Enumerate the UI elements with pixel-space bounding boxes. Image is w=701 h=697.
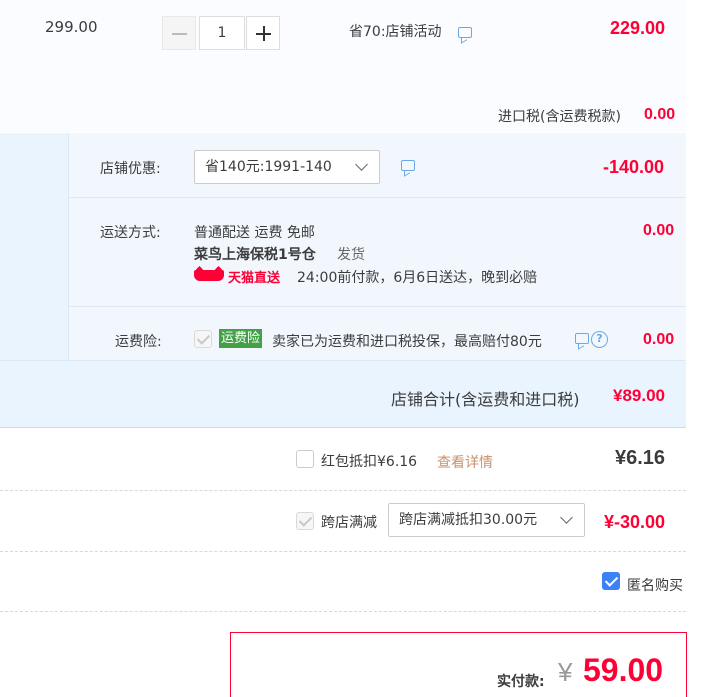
crossstore-value: ¥-30.00 [604, 512, 666, 532]
redpacket-details-link[interactable]: 查看详情 [437, 452, 493, 472]
shipping-value: 0.00 [643, 222, 675, 239]
quantity-decrease-button[interactable] [162, 16, 196, 50]
message-icon[interactable] [458, 27, 472, 38]
message-icon[interactable] [401, 160, 415, 171]
insurance-checkbox[interactable] [194, 330, 212, 348]
redpacket-checkbox[interactable] [296, 450, 314, 468]
promo-text: 省70:店铺活动 [349, 24, 442, 40]
message-icon[interactable] [575, 333, 589, 344]
shop-discount-label: 店铺优惠: [100, 161, 161, 177]
chevron-down-icon [560, 511, 573, 524]
anonymous-checkbox[interactable] [602, 572, 620, 590]
unit-price: 299.00 [45, 18, 98, 36]
shop-discount-select[interactable]: 省140元:1991-140 [194, 150, 380, 184]
insurance-label: 运费险: [115, 334, 162, 350]
payment-amount: 59.00 [583, 652, 664, 688]
payment-label: 实付款: [497, 674, 545, 690]
delivery-note: 24:00前付款，6月6日送达，晚到必赔 [297, 270, 538, 286]
shop-discount-value: -140.00 [603, 157, 665, 177]
item-subtotal: 229.00 [610, 18, 666, 38]
crossstore-label: 跨店满减 [321, 515, 377, 531]
minus-icon [172, 33, 187, 35]
import-tax-value: 0.00 [644, 106, 676, 123]
crossstore-checkbox[interactable] [296, 512, 314, 530]
redpacket-label: 红包抵扣¥6.16 [321, 454, 418, 470]
shipping-label: 运送方式: [100, 225, 161, 241]
tmall-direct-text: 天猫直送 [228, 271, 281, 286]
import-tax-label: 进口税(含运费税款) [498, 109, 621, 125]
shipping-method: 普通配送 运费 免邮 [194, 225, 315, 241]
crossstore-select-value: 跨店满减抵扣30.00元 [399, 512, 538, 528]
payment-currency: ¥ [558, 657, 573, 687]
crossstore-select[interactable]: 跨店满减抵扣30.00元 [388, 503, 585, 537]
shop-total-label: 店铺合计(含运费和进口税) [391, 390, 580, 409]
warehouse-name: 菜鸟上海保税1号仓 [194, 247, 316, 263]
ship-action: 发货 [337, 247, 365, 263]
redpacket-value: ¥6.16 [615, 447, 666, 469]
quantity-input[interactable]: 1 [199, 16, 245, 50]
chevron-down-icon [355, 158, 368, 171]
insurance-badge: 运费险 [219, 329, 263, 348]
shop-discount-select-value: 省140元:1991-140 [205, 159, 332, 175]
anonymous-label: 匿名购买 [627, 578, 683, 594]
help-icon[interactable]: ? [591, 331, 608, 348]
shop-total-value: ¥89.00 [613, 386, 665, 405]
insurance-text: 卖家已为运费和进口税投保，最高赔付80元 [272, 334, 542, 350]
quantity-increase-button[interactable] [246, 16, 280, 50]
insurance-value: 0.00 [643, 331, 675, 348]
